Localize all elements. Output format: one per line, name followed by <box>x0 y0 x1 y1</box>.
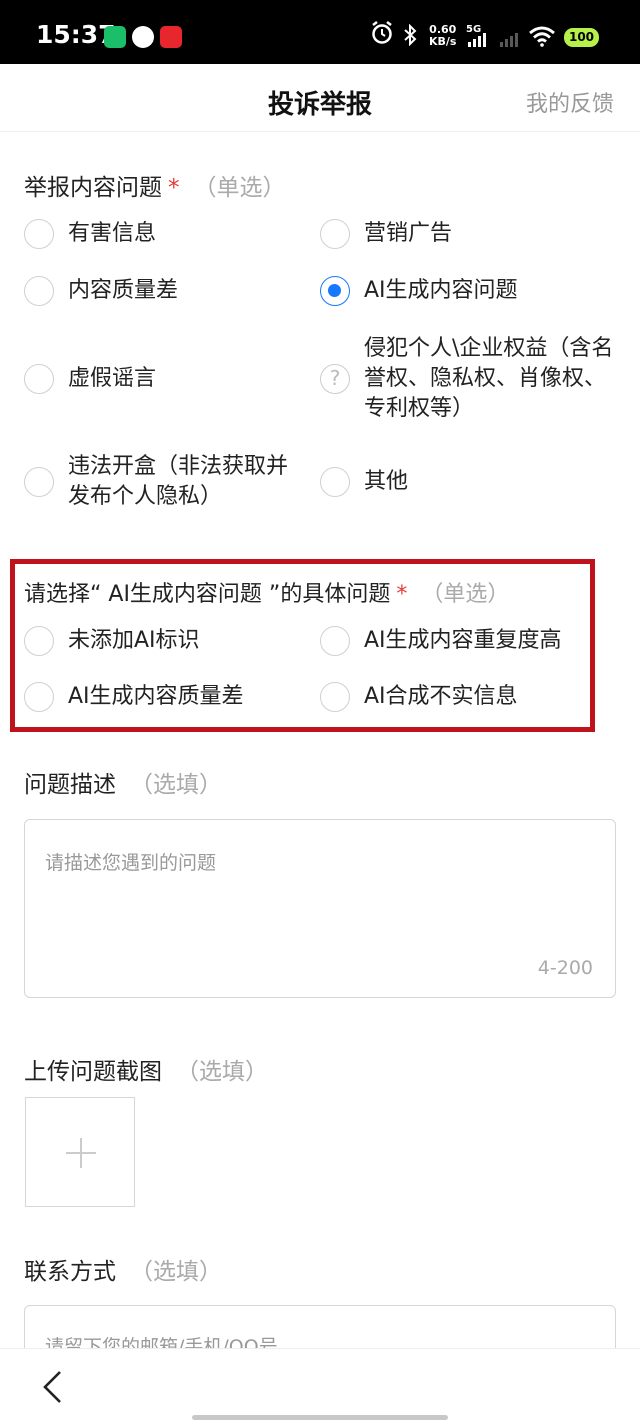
radio-button[interactable] <box>24 276 54 306</box>
description-title: 问题描述 （选填） <box>24 772 222 798</box>
network-type: 5G <box>466 24 482 35</box>
option-ai-generated[interactable]: AI生成内容问题 <box>320 276 518 306</box>
network-speed: 0.60 KB/s <box>429 23 457 48</box>
option-no-ai-label[interactable]: 未添加AI标识 <box>24 626 200 656</box>
option-ai-low-quality[interactable]: AI生成内容质量差 <box>24 682 244 712</box>
bottom-nav-bar <box>0 1348 640 1423</box>
back-arrow-icon[interactable] <box>40 1369 70 1405</box>
page-header: 投诉举报 我的反馈 <box>0 64 640 132</box>
radio-button[interactable] <box>24 626 54 656</box>
option-low-quality[interactable]: 内容质量差 <box>24 276 178 306</box>
upload-screenshot-button[interactable] <box>25 1097 135 1207</box>
radio-button[interactable] <box>24 364 54 394</box>
option-false-rumor[interactable]: 虚假谣言 <box>24 364 156 394</box>
option-marketing-ads[interactable]: 营销广告 <box>320 219 452 249</box>
radio-button[interactable] <box>24 467 54 497</box>
xiaohongshu-app-icon <box>160 26 182 48</box>
option-harmful-info[interactable]: 有害信息 <box>24 219 156 249</box>
description-textarea[interactable]: 请描述您遇到的问题 4-200 <box>24 819 616 998</box>
wechat-app-icon <box>104 26 126 48</box>
radio-button[interactable] <box>320 626 350 656</box>
option-ai-repetitive[interactable]: AI生成内容重复度高 <box>320 626 562 656</box>
help-icon[interactable]: ? <box>320 364 350 394</box>
report-content-title: 举报内容问题 * （单选） <box>24 175 286 201</box>
option-ai-false-info[interactable]: AI合成不实信息 <box>320 682 518 712</box>
screenshot-title: 上传问题截图 （选填） <box>24 1059 268 1085</box>
bluetooth-icon <box>404 24 417 46</box>
radio-button[interactable] <box>320 219 350 249</box>
required-mark: * <box>168 175 180 201</box>
my-feedback-link[interactable]: 我的反馈 <box>526 86 614 118</box>
ai-issue-title: 请选择“ AI生成内容问题 ”的具体问题 * （单选） <box>24 582 510 607</box>
option-rights-infringement[interactable]: ? 侵犯个人\企业权益（含名誉权、隐私权、肖像权、专利权等） <box>320 334 620 424</box>
required-mark: * <box>396 582 408 607</box>
description-placeholder: 请描述您遇到的问题 <box>45 852 217 874</box>
radio-button-checked[interactable] <box>320 276 350 306</box>
radio-button[interactable] <box>24 219 54 249</box>
contact-title: 联系方式 （选填） <box>24 1259 222 1285</box>
radio-button[interactable] <box>320 682 350 712</box>
home-indicator[interactable] <box>192 1415 448 1420</box>
character-counter: 4-200 <box>537 957 593 979</box>
radio-button[interactable] <box>24 682 54 712</box>
option-other[interactable]: 其他 <box>320 467 408 497</box>
option-doxxing[interactable]: 违法开盒（非法获取并发布个人隐私） <box>24 452 314 512</box>
status-bar: 15:37 0.60 KB/s 5G 100 <box>0 0 640 64</box>
alarm-icon <box>372 21 392 44</box>
battery-icon: 100 <box>564 28 599 47</box>
wifi-icon <box>529 26 555 47</box>
chat-app-icon <box>132 26 154 48</box>
radio-button[interactable] <box>320 467 350 497</box>
